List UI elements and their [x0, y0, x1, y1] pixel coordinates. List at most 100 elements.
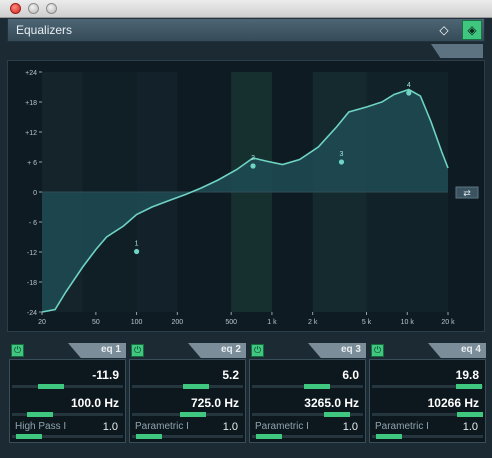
graph-tab[interactable]	[431, 44, 483, 58]
eq-band-panel: ⏻ eq 2 5.2 725.0 Hz Parametric I 1.0	[129, 342, 246, 443]
eq-node-label: 4	[407, 82, 411, 89]
equalizer-window: Equalizers ◇ ◈ +24 +18 +12 + 6 0 - 6 -12 -18 -24…	[0, 0, 492, 458]
y-tick-label: +18	[25, 100, 37, 107]
gain-slider-thumb[interactable]	[183, 384, 210, 389]
eq-band-header: ⏻ eq 2	[129, 342, 246, 358]
frequency-slider[interactable]	[12, 412, 123, 417]
y-tick-label: -12	[27, 250, 37, 257]
eq-node	[338, 159, 345, 165]
x-tick-label: 5 k	[362, 319, 372, 326]
eq-band-tab[interactable]: eq 2	[188, 343, 246, 358]
window-title: Equalizers	[16, 23, 73, 37]
eq-node-label: 3	[340, 151, 344, 158]
close-button[interactable]	[10, 3, 21, 14]
gain-value[interactable]: 5.2	[222, 368, 239, 382]
eq-band-panel: ⏻ eq 1 -11.9 100.0 Hz High Pass I 1.0	[9, 342, 126, 443]
gain-value[interactable]: 6.0	[342, 368, 359, 382]
y-tick-label: +24	[25, 70, 37, 77]
power-icon[interactable]: ⏻	[11, 344, 24, 357]
eq-band-tab[interactable]: eq 4	[428, 343, 486, 358]
frequency-slider[interactable]	[372, 412, 483, 417]
x-tick-label: 20	[38, 319, 46, 326]
filter-type-select[interactable]: High Pass I	[15, 421, 66, 432]
gain-value[interactable]: -11.9	[92, 368, 119, 382]
eq-band-name: eq 1	[100, 344, 121, 355]
eq-band-panel: ⏻ eq 4 19.8 10266 Hz Parametric I 1.0	[369, 342, 486, 443]
x-tick-label: 500	[225, 319, 237, 326]
eq-band-body: 6.0 3265.0 Hz Parametric I 1.0	[249, 359, 366, 443]
filter-type-select[interactable]: Parametric I	[135, 421, 189, 432]
q-slider-thumb[interactable]	[375, 434, 402, 439]
gain-slider[interactable]	[372, 384, 483, 389]
filter-type-select[interactable]: Parametric I	[255, 421, 309, 432]
q-value[interactable]: 1.0	[463, 421, 478, 433]
diamond-outline-icon[interactable]: ◇	[434, 20, 454, 40]
gain-slider-thumb[interactable]	[455, 384, 482, 389]
y-tick-label: -24	[27, 310, 37, 317]
x-tick-label: 2 k	[308, 319, 318, 326]
gain-slider[interactable]	[12, 384, 123, 389]
gain-slider-thumb[interactable]	[37, 384, 64, 389]
power-icon[interactable]: ⏻	[251, 344, 264, 357]
frequency-slider-thumb[interactable]	[456, 412, 483, 417]
frequency-slider[interactable]	[132, 412, 243, 417]
eq-node-label: 2	[251, 155, 255, 162]
equalizer-header: Equalizers ◇ ◈	[7, 18, 485, 42]
q-value[interactable]: 1.0	[223, 421, 238, 433]
eq-band-body: 5.2 725.0 Hz Parametric I 1.0	[129, 359, 246, 443]
q-slider-thumb[interactable]	[135, 434, 162, 439]
frequency-value[interactable]: 100.0 Hz	[71, 396, 119, 410]
q-slider[interactable]	[252, 434, 363, 439]
q-value[interactable]: 1.0	[103, 421, 118, 433]
q-slider-thumb[interactable]	[255, 434, 282, 439]
eq-band-header: ⏻ eq 4	[369, 342, 486, 358]
diamond-toggle-icon[interactable]: ◈	[462, 20, 482, 40]
power-icon[interactable]: ⏻	[131, 344, 144, 357]
gain-value[interactable]: 19.8	[456, 368, 479, 382]
frequency-value[interactable]: 3265.0 Hz	[304, 396, 359, 410]
x-tick-label: 50	[92, 319, 100, 326]
eq-band-tab[interactable]: eq 3	[308, 343, 366, 358]
frequency-slider-thumb[interactable]	[324, 412, 351, 417]
gain-slider[interactable]	[132, 384, 243, 389]
q-slider-thumb[interactable]	[15, 434, 42, 439]
y-tick-label: 0	[33, 190, 37, 197]
loop-icon-glyph: ⇄	[463, 189, 471, 199]
y-tick-label: -18	[27, 280, 37, 287]
eq-band-panel: ⏻ eq 3 6.0 3265.0 Hz Parametric I 1.0	[249, 342, 366, 443]
eq-band-tab[interactable]: eq 1	[68, 343, 126, 358]
frequency-value[interactable]: 725.0 Hz	[191, 396, 239, 410]
minimize-button[interactable]	[28, 3, 39, 14]
y-tick-label: + 6	[27, 160, 37, 167]
q-slider[interactable]	[12, 434, 123, 439]
frequency-slider[interactable]	[252, 412, 363, 417]
frequency-slider-thumb[interactable]	[26, 412, 53, 417]
zoom-button[interactable]	[46, 3, 57, 14]
q-slider[interactable]	[132, 434, 243, 439]
graph-tabstrip	[7, 43, 485, 59]
x-tick-label: 10 k	[401, 319, 415, 326]
eq-band-body: -11.9 100.0 Hz High Pass I 1.0	[9, 359, 126, 443]
q-slider[interactable]	[372, 434, 483, 439]
eq-graph[interactable]: +24 +18 +12 + 6 0 - 6 -12 -18 -24 20 50 100 200 500 1 …	[7, 60, 485, 332]
y-tick-label: - 6	[29, 220, 37, 227]
frequency-value[interactable]: 10266 Hz	[428, 396, 479, 410]
eq-node-label: 1	[135, 241, 139, 248]
y-tick-label: +12	[25, 130, 37, 137]
eq-band-name: eq 4	[460, 344, 481, 355]
filter-type-select[interactable]: Parametric I	[375, 421, 429, 432]
gain-slider-thumb[interactable]	[304, 384, 331, 389]
frequency-slider-thumb[interactable]	[180, 412, 207, 417]
q-value[interactable]: 1.0	[343, 421, 358, 433]
eq-band-body: 19.8 10266 Hz Parametric I 1.0	[369, 359, 486, 443]
eq-node	[133, 248, 140, 255]
window-footer	[0, 446, 492, 458]
eq-node	[250, 163, 256, 169]
power-icon[interactable]: ⏻	[371, 344, 384, 357]
x-tick-label: 20 k	[441, 319, 455, 326]
gain-slider[interactable]	[252, 384, 363, 389]
eq-curve-chart[interactable]: +24 +18 +12 + 6 0 - 6 -12 -18 -2420 50 100 200 500 1 …	[8, 61, 486, 333]
eq-band-name: eq 2	[220, 344, 241, 355]
window-titlebar[interactable]	[0, 0, 492, 18]
x-tick-label: 100	[131, 319, 143, 326]
